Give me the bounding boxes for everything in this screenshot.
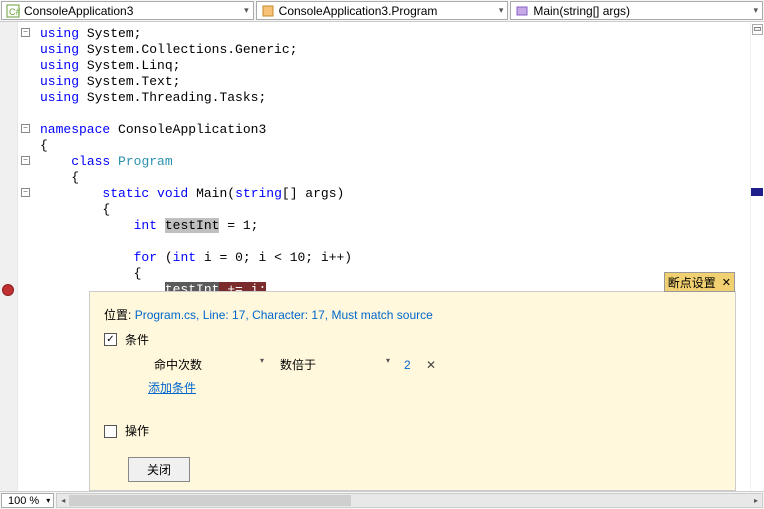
- outline-collapse-icon[interactable]: [21, 188, 30, 197]
- breakpoint-gutter[interactable]: [0, 22, 18, 491]
- outline-collapse-icon[interactable]: [21, 124, 30, 133]
- scroll-right-arrow[interactable]: ▸: [750, 494, 762, 507]
- class-icon: [261, 4, 275, 18]
- breakpoint-glyph[interactable]: [2, 284, 14, 296]
- overview-caret-marker: [751, 188, 763, 196]
- split-editor-icon[interactable]: ▭: [752, 24, 763, 35]
- csharp-project-icon: C#: [6, 4, 20, 18]
- breakpoint-panel-title: 断点设置: [668, 274, 716, 291]
- chevron-down-icon: ▾: [244, 5, 249, 16]
- scope-class-label: ConsoleApplication3.Program: [279, 4, 504, 18]
- chevron-down-icon: ▾: [386, 356, 390, 365]
- conditions-checkbox[interactable]: [104, 333, 117, 346]
- zoom-combo[interactable]: 100 % ▾: [1, 493, 54, 508]
- breakpoint-location: 位置: Program.cs, Line: 17, Character: 17,…: [104, 306, 721, 323]
- condition-value-input[interactable]: 2: [400, 356, 420, 374]
- close-icon[interactable]: ✕: [722, 276, 731, 289]
- breakpoint-location-link[interactable]: Program.cs, Line: 17, Character: 17, Mus…: [135, 308, 433, 322]
- code-editor[interactable]: using System; using System.Collections.G…: [34, 22, 750, 491]
- scope-combo-class[interactable]: ConsoleApplication3.Program ▾: [256, 1, 509, 20]
- actions-label: 操作: [125, 422, 149, 439]
- actions-checkbox[interactable]: [104, 425, 117, 438]
- condition-type-dropdown[interactable]: 命中次数 ▾: [148, 354, 268, 375]
- scope-project-label: ConsoleApplication3: [24, 4, 249, 18]
- overview-ruler: ▭: [750, 22, 764, 491]
- svg-text:C#: C#: [9, 7, 20, 17]
- scope-member-label: Main(string[] args): [533, 4, 758, 18]
- scroll-left-arrow[interactable]: ◂: [57, 494, 69, 507]
- conditions-label: 条件: [125, 331, 149, 348]
- chevron-down-icon: ▾: [260, 356, 264, 365]
- scope-combo-project[interactable]: C# ConsoleApplication3 ▾: [1, 1, 254, 20]
- outlining-gutter[interactable]: [18, 22, 34, 491]
- scrollbar-thumb[interactable]: [69, 495, 351, 506]
- outline-collapse-icon[interactable]: [21, 156, 30, 165]
- chevron-down-icon: ▾: [46, 496, 50, 505]
- close-button[interactable]: 关闭: [128, 457, 190, 482]
- chevron-down-icon: ▾: [499, 5, 504, 16]
- scope-combo-member[interactable]: Main(string[] args) ▾: [510, 1, 763, 20]
- outline-collapse-icon[interactable]: [21, 28, 30, 37]
- horizontal-scrollbar[interactable]: ◂ ▸: [56, 493, 763, 508]
- method-icon: [515, 4, 529, 18]
- condition-operator-dropdown[interactable]: 数倍于 ▾: [274, 354, 394, 375]
- chevron-down-icon: ▾: [753, 5, 758, 16]
- clear-condition-icon[interactable]: ✕: [426, 358, 436, 372]
- breakpoint-settings-panel: 断点设置 ✕ 位置: Program.cs, Line: 17, Charact…: [89, 291, 736, 491]
- breakpoint-panel-titlebar: 断点设置 ✕: [664, 272, 735, 292]
- add-condition-link[interactable]: 添加条件: [148, 379, 196, 396]
